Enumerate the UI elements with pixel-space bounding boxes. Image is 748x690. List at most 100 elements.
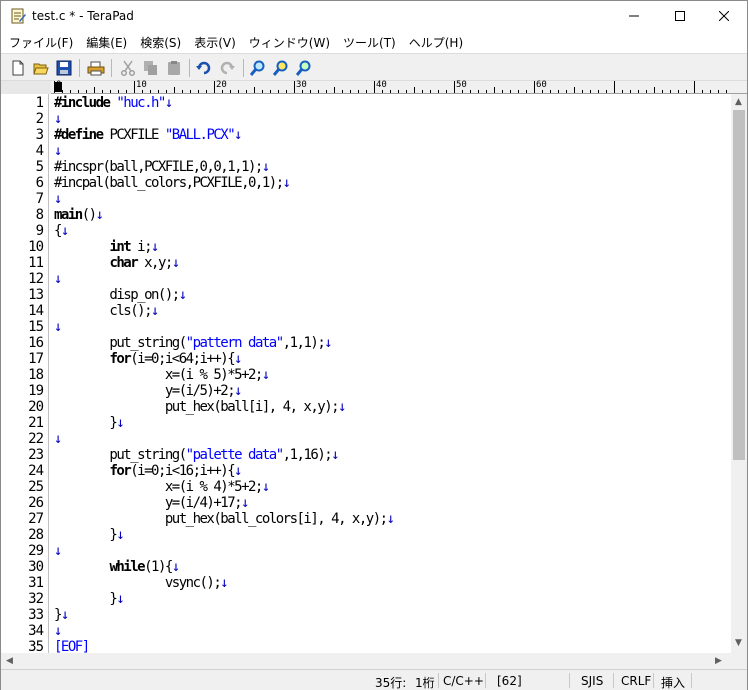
save-button[interactable] bbox=[53, 57, 75, 79]
code-line[interactable]: 12 ↓ bbox=[1, 271, 731, 287]
code-line[interactable]: 17 for(i=0;i<64;i++){↓ bbox=[1, 351, 731, 367]
search-prev-button[interactable] bbox=[293, 57, 315, 79]
code-text: for(i=0;i<64;i++){↓ bbox=[54, 351, 242, 367]
line-number: 12 bbox=[28, 271, 44, 287]
code-token: } bbox=[54, 607, 62, 623]
open-button[interactable] bbox=[30, 57, 52, 79]
ruler-tick bbox=[230, 90, 231, 93]
code-line[interactable]: 11 char x,y;↓ bbox=[1, 255, 731, 271]
code-line[interactable]: 15 ↓ bbox=[1, 319, 731, 335]
ruler-tick bbox=[550, 90, 551, 93]
code-line[interactable]: 33}↓ bbox=[1, 607, 731, 623]
menu-edit[interactable]: 編集(E) bbox=[78, 32, 132, 52]
code-text: {↓ bbox=[54, 223, 69, 239]
code-line[interactable]: 20 put_hex(ball[i], 4, x,y);↓ bbox=[1, 399, 731, 415]
ruler-tick bbox=[542, 90, 543, 93]
code-line[interactable]: 28 }↓ bbox=[1, 527, 731, 543]
code-line[interactable]: 2 ↓ bbox=[1, 111, 731, 127]
code-line[interactable]: 27 put_hex(ball_colors[i], 4, x,y);↓ bbox=[1, 511, 731, 527]
line-number: 33 bbox=[28, 607, 44, 623]
scroll-right-arrow-icon[interactable]: ▶ bbox=[715, 656, 722, 666]
code-line[interactable]: 16 put_string("pattern data",1,1);↓ bbox=[1, 335, 731, 351]
ruler-tick bbox=[590, 90, 591, 93]
code-line[interactable]: 19 y=(i/5)+2;↓ bbox=[1, 383, 731, 399]
ruler-tick bbox=[342, 90, 343, 93]
search-next-icon bbox=[273, 60, 288, 76]
code-line[interactable]: 10 int i;↓ bbox=[1, 239, 731, 255]
menu-help[interactable]: ヘルプ(H) bbox=[401, 32, 468, 52]
close-button[interactable] bbox=[701, 1, 747, 31]
ruler-tick bbox=[670, 90, 671, 93]
menu-tools[interactable]: ツール(T) bbox=[335, 32, 401, 52]
print-button[interactable] bbox=[85, 57, 107, 79]
scroll-down-arrow-icon[interactable]: ▼ bbox=[735, 638, 742, 648]
toolbar bbox=[1, 53, 747, 81]
code-line[interactable]: 29 ↓ bbox=[1, 543, 731, 559]
code-line[interactable]: 24 for(i=0;i<16;i++){↓ bbox=[1, 463, 731, 479]
code-line[interactable]: 25 x=(i % 4)*5+2;↓ bbox=[1, 479, 731, 495]
line-number: 19 bbox=[28, 383, 44, 399]
toolbar-separator bbox=[111, 59, 112, 77]
code-line[interactable]: 26 y=(i/4)+17;↓ bbox=[1, 495, 731, 511]
new-file-button[interactable] bbox=[7, 57, 29, 79]
code-line[interactable]: 9 {↓ bbox=[1, 223, 731, 239]
newline-mark: ↓ bbox=[234, 383, 242, 399]
newline-mark: ↓ bbox=[60, 607, 69, 623]
ruler-tick bbox=[470, 90, 471, 93]
menu-file[interactable]: ファイル(F) bbox=[1, 32, 78, 52]
new-file-icon bbox=[12, 60, 24, 76]
cut-button[interactable] bbox=[117, 57, 139, 79]
newline-mark: ↓ bbox=[151, 303, 159, 319]
minimize-button[interactable] bbox=[611, 1, 657, 31]
code-line[interactable]: 7 ↓ bbox=[1, 191, 731, 207]
menu-view[interactable]: 表示(V) bbox=[186, 32, 241, 52]
horizontal-scrollbar[interactable]: ◀ ▶ bbox=[1, 653, 731, 669]
code-line[interactable]: 3 #define PCXFILE "BALL.PCX"↓ bbox=[1, 127, 731, 143]
code-token: i; bbox=[130, 239, 152, 255]
code-text: }↓ bbox=[54, 527, 124, 543]
code-line[interactable]: 31 vsync();↓ bbox=[1, 575, 731, 591]
code-line[interactable]: 23 put_string("palette data",1,16);↓ bbox=[1, 447, 731, 463]
copy-button[interactable] bbox=[140, 57, 162, 79]
paste-icon bbox=[168, 61, 180, 75]
ruler-tick bbox=[326, 90, 327, 93]
scroll-left-arrow-icon[interactable]: ◀ bbox=[6, 656, 13, 666]
vertical-scrollbar[interactable]: ▲ ▼ bbox=[731, 94, 747, 653]
code-line[interactable]: 18 x=(i % 5)*5+2;↓ bbox=[1, 367, 731, 383]
undo-button[interactable] bbox=[193, 57, 215, 79]
maximize-button[interactable] bbox=[657, 1, 703, 31]
search-button[interactable] bbox=[247, 57, 269, 79]
line-number: 27 bbox=[28, 511, 44, 527]
code-line[interactable]: 1 #include "huc.h"↓ bbox=[1, 95, 731, 111]
code-token: #incpal(ball_colors,PCXFILE,0,1); bbox=[54, 175, 284, 191]
terapad-window: test.c * - TeraPad ファイル(F) 編集(E) 検索(S) 表… bbox=[0, 0, 748, 690]
newline-mark: ↓ bbox=[54, 111, 62, 127]
code-line[interactable]: 5 #incspr(ball,PCXFILE,0,0,1,1);↓ bbox=[1, 159, 731, 175]
code-line[interactable]: 35 [EOF] bbox=[1, 639, 731, 653]
code-line[interactable]: 32 }↓ bbox=[1, 591, 731, 607]
menu-search[interactable]: 検索(S) bbox=[132, 32, 186, 52]
code-token: ,1,1); bbox=[282, 335, 326, 351]
code-line[interactable]: 14 cls();↓ bbox=[1, 303, 731, 319]
menu-window[interactable]: ウィンドウ(W) bbox=[241, 32, 335, 52]
search-next-button[interactable] bbox=[270, 57, 292, 79]
code-line[interactable]: 8 main()↓ bbox=[1, 207, 731, 223]
ruler-tick bbox=[54, 81, 55, 93]
scroll-up-arrow-icon[interactable]: ▲ bbox=[735, 97, 742, 107]
vertical-scroll-thumb[interactable] bbox=[733, 110, 745, 460]
code-line[interactable]: 21 }↓ bbox=[1, 415, 731, 431]
code-line[interactable]: 34 ↓ bbox=[1, 623, 731, 639]
title-bar[interactable]: test.c * - TeraPad bbox=[1, 1, 747, 31]
text-editor[interactable]: 1 #include "huc.h"↓ 2 ↓ 3 #define PCXFILE "BA… bbox=[1, 94, 731, 653]
scroll-corner bbox=[731, 653, 747, 669]
ruler-tick bbox=[350, 90, 351, 93]
code-line[interactable]: 13 disp_on();↓ bbox=[1, 287, 731, 303]
code-line[interactable]: 30 while(1){↓ bbox=[1, 559, 731, 575]
status-syntax-mode: C/C++ bbox=[443, 674, 484, 688]
code-line[interactable]: 6 #incpal(ball_colors,PCXFILE,0,1);↓ bbox=[1, 175, 731, 191]
redo-button[interactable] bbox=[216, 57, 238, 79]
code-line[interactable]: 4 ↓ bbox=[1, 143, 731, 159]
paste-button[interactable] bbox=[163, 57, 185, 79]
code-line[interactable]: 22 ↓ bbox=[1, 431, 731, 447]
ruler-tick bbox=[454, 81, 455, 93]
